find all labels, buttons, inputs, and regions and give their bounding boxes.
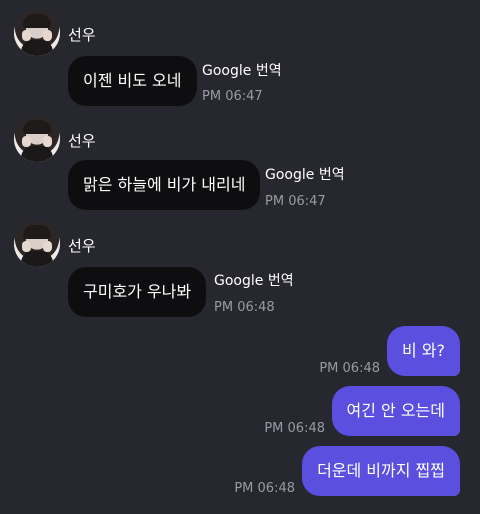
- message-timestamp: PM 06:48: [319, 361, 380, 376]
- message-timestamp: PM 06:48: [214, 300, 275, 315]
- sent-message-bubble[interactable]: 더운데 비까지 찝찝: [302, 446, 460, 496]
- avatar[interactable]: [14, 10, 60, 56]
- message-timestamp: PM 06:48: [234, 481, 295, 496]
- sent-message-bubble[interactable]: 비 와?: [386, 326, 460, 376]
- sender-name: 선우: [68, 26, 96, 44]
- message-timestamp: PM 06:48: [264, 421, 325, 436]
- message-timestamp: PM 06:47: [265, 194, 326, 209]
- google-translate-link[interactable]: Google 번역: [202, 60, 282, 80]
- sender-name: 선우: [68, 237, 96, 255]
- message-timestamp: PM 06:47: [202, 89, 263, 104]
- sent-message-bubble[interactable]: 여긴 안 오는데: [331, 386, 460, 436]
- message-bubble[interactable]: 맑은 하늘에 비가 내리네: [68, 160, 261, 210]
- google-translate-link[interactable]: Google 번역: [214, 270, 294, 290]
- avatar[interactable]: [14, 221, 60, 267]
- message-bubble[interactable]: 구미호가 우나봐: [68, 267, 207, 317]
- sender-name: 선우: [68, 132, 96, 150]
- message-bubble[interactable]: 이젠 비도 오네: [68, 56, 197, 106]
- google-translate-link[interactable]: Google 번역: [265, 164, 345, 184]
- avatar[interactable]: [14, 116, 60, 162]
